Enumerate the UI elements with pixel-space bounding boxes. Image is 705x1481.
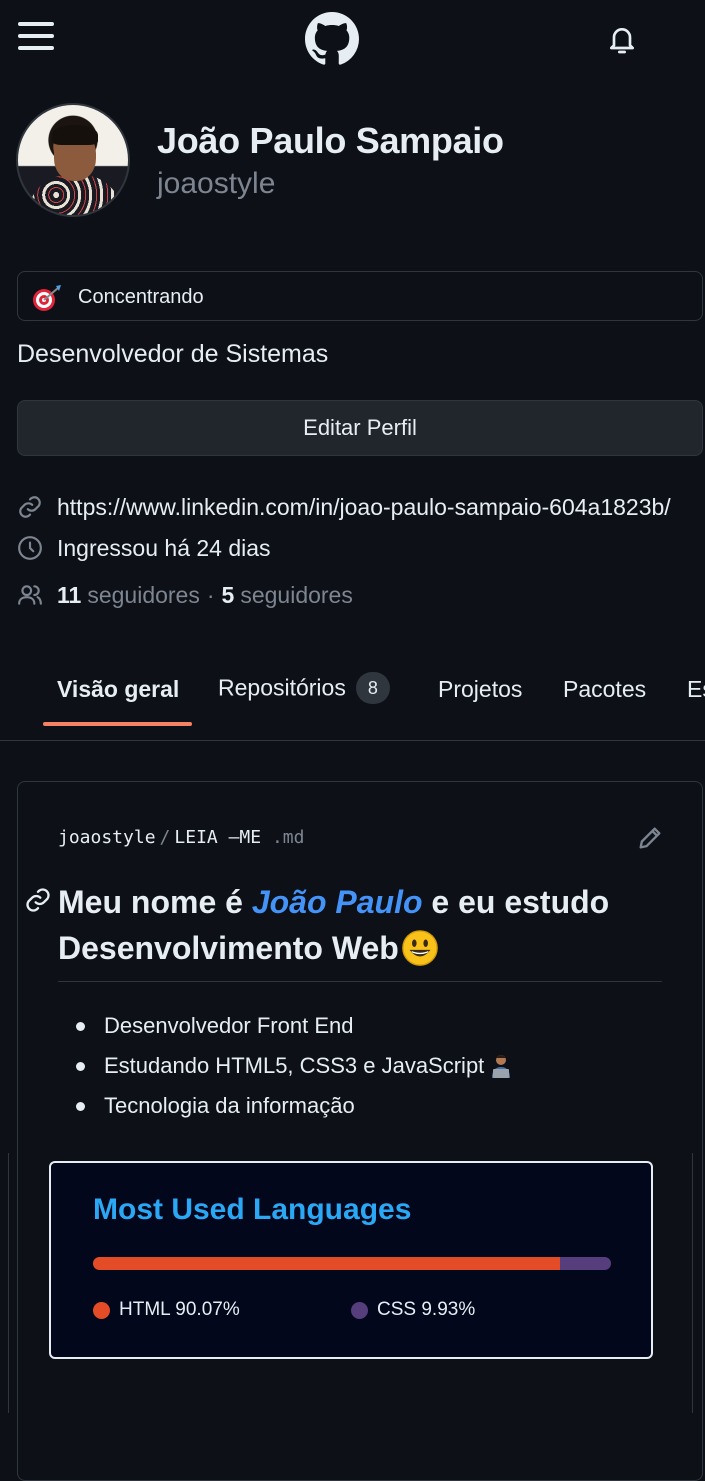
list-item: Estudando HTML5, CSS3 e JavaScript	[76, 1050, 514, 1090]
tab-label: Repositórios	[218, 674, 346, 701]
following-link[interactable]: 5 seguidores	[222, 582, 353, 609]
following-count: 5	[221, 581, 235, 608]
heading-divider	[58, 981, 662, 982]
languages-title: Most Used Languages	[93, 1193, 412, 1226]
anchor-link-icon[interactable]	[24, 886, 52, 914]
readme-owner[interactable]: joaostyle	[58, 827, 156, 848]
path-separator: /	[159, 827, 171, 848]
smiley-emoji-icon	[402, 930, 438, 966]
readme-path: joaostyle / LEIA —ME .md	[58, 827, 304, 848]
readme-extension: .md	[271, 827, 305, 848]
followers-label: seguidores	[87, 581, 200, 608]
languages-card: Most Used Languages HTML 90.07% CSS 9.93%	[49, 1161, 653, 1359]
website-link[interactable]: https://www.linkedin.com/in/joao-paulo-s…	[57, 494, 671, 521]
legend-item-html: HTML 90.07%	[93, 1299, 240, 1321]
followers-count: 11	[57, 581, 82, 608]
legend-dot-icon	[351, 1301, 368, 1319]
avatar-hair	[52, 125, 98, 145]
tab-label: Pacotes	[563, 676, 647, 702]
list-item-text: Tecnologia da informação	[104, 1093, 355, 1118]
github-logo-icon[interactable]	[305, 12, 359, 66]
menu-button[interactable]	[18, 22, 54, 52]
readme-filename[interactable]: LEIA —ME	[174, 827, 261, 848]
list-item: Desenvolvedor Front End	[76, 1010, 514, 1050]
menu-bar-icon	[18, 22, 54, 26]
language-segment-html	[93, 1257, 560, 1270]
edit-profile-button[interactable]: Editar Perfil	[17, 400, 703, 456]
pencil-icon[interactable]	[636, 824, 664, 852]
tabs-divider	[0, 740, 705, 741]
legend-label: CSS 9.93%	[377, 1299, 476, 1320]
profile-name: João Paulo Sampaio	[157, 120, 504, 161]
link-icon	[19, 496, 41, 518]
active-tab-indicator	[43, 722, 192, 726]
tab-overview[interactable]: Visão geral	[57, 676, 179, 703]
tab-packages[interactable]: Pacotes	[563, 676, 646, 703]
join-text: Ingressou há 24 dias	[57, 534, 271, 561]
tab-stars[interactable]: Es	[687, 676, 705, 703]
clock-icon	[18, 536, 42, 560]
legend-item-css: CSS 9.93%	[351, 1299, 475, 1321]
legend-label: HTML 90.07%	[119, 1299, 240, 1320]
heading-text-start: Meu nome é	[58, 884, 252, 920]
languages-bar	[93, 1257, 611, 1270]
list-item-text: Desenvolvedor Front End	[104, 1013, 354, 1038]
follow-separator: ·	[206, 581, 215, 608]
direct-hit-emoji-icon	[33, 285, 61, 311]
profile-bio: Desenvolvedor de Sistemas	[17, 340, 329, 368]
legend-dot-icon	[93, 1301, 110, 1319]
readme-heading: Meu nome é João Paulo e eu estudo Desenv…	[58, 879, 668, 971]
tab-label: Projetos	[438, 676, 523, 702]
language-segment-css	[559, 1257, 611, 1270]
list-item: Tecnologia da informação	[76, 1090, 514, 1130]
people-icon	[18, 585, 42, 605]
followers-link[interactable]: 11 seguidores	[57, 582, 200, 609]
profile-username: joaostyle	[157, 167, 276, 200]
follow-stats: 11 seguidores · 5 seguidores	[17, 580, 353, 610]
menu-bar-icon	[18, 34, 54, 38]
notification-bell-icon[interactable]	[606, 22, 638, 58]
tab-label: Es	[687, 676, 705, 702]
avatar-shirt	[28, 175, 122, 215]
profile-website[interactable]: https://www.linkedin.com/in/joao-paulo-s…	[17, 492, 671, 522]
status-text: Concentrando	[78, 286, 204, 308]
list-item-text: Estudando HTML5, CSS3 e JavaScript	[104, 1053, 485, 1078]
heading-highlight-link[interactable]: João Paulo	[252, 884, 423, 920]
repositories-counter: 8	[355, 672, 390, 704]
technologist-emoji-icon	[492, 1055, 511, 1078]
menu-bar-icon	[18, 46, 54, 50]
tab-projects[interactable]: Projetos	[438, 676, 522, 703]
heading-text-e: e	[422, 884, 450, 920]
card-side-line	[8, 1153, 9, 1413]
readme-list: Desenvolvedor Front End Estudando HTML5,…	[76, 1010, 514, 1130]
avatar[interactable]	[16, 103, 130, 217]
join-date: Ingressou há 24 dias	[17, 533, 271, 563]
user-status[interactable]: Concentrando	[17, 271, 703, 321]
card-side-line	[692, 1153, 693, 1413]
tab-repositories[interactable]: Repositórios 8	[218, 672, 390, 704]
profile-tabs: Visão geral Repositórios 8 Projetos Pacot…	[0, 660, 705, 740]
following-label: seguidores	[240, 581, 353, 608]
tab-label: Visão geral	[57, 676, 180, 702]
